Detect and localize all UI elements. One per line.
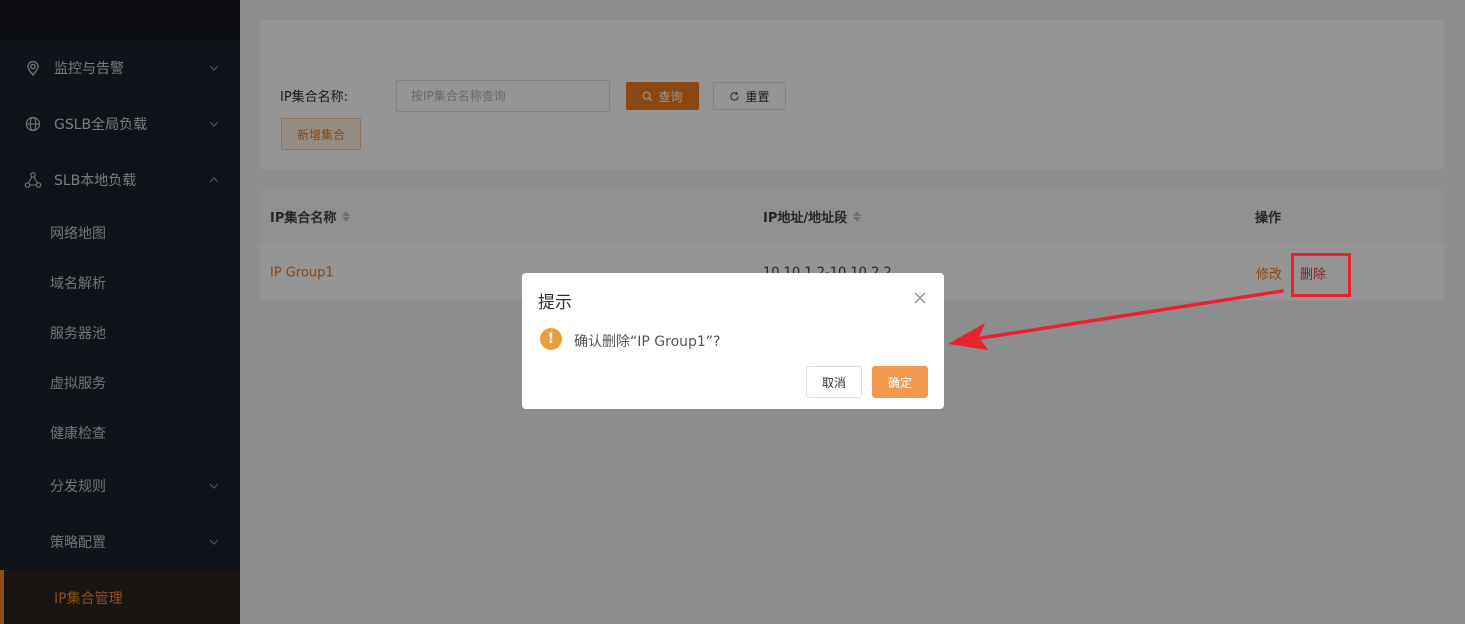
annotation-arrow-icon bbox=[948, 289, 1284, 350]
